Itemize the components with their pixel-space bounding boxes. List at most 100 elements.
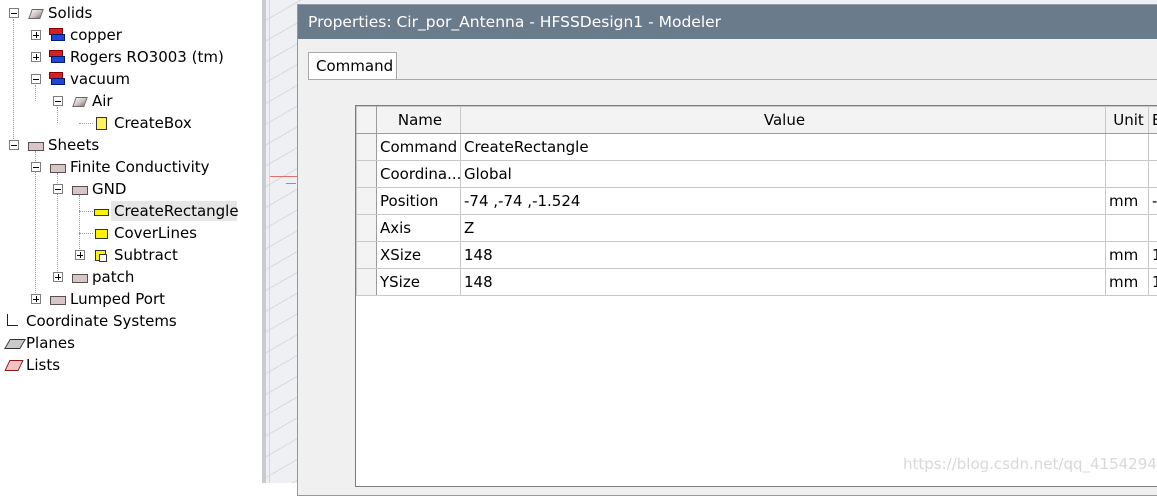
tree-item-label: Sheets (48, 134, 99, 156)
rectangle-icon (94, 209, 109, 216)
material-icon (49, 28, 64, 41)
table-row[interactable]: Coordina... Global (357, 161, 1157, 188)
dialog-title[interactable]: Properties: Cir_por_Antenna - HFSSDesign… (298, 5, 1157, 39)
row-selector[interactable] (357, 134, 377, 161)
column-header-name[interactable]: Name (377, 107, 461, 134)
property-value[interactable]: Z (461, 215, 1106, 242)
material-icon (49, 72, 64, 85)
sheet-icon (50, 164, 66, 173)
property-name: YSize (377, 269, 461, 296)
collapse-toggle-icon[interactable] (9, 140, 19, 150)
tree-item-label: Lists (26, 354, 60, 376)
coverlines-icon (95, 229, 108, 239)
solid-icon (28, 9, 44, 19)
header-corner (357, 107, 377, 134)
collapse-toggle-icon[interactable] (53, 184, 63, 194)
tree-item-label: CreateRectangle (114, 200, 239, 222)
project-tree: Solids copper Rogers RO3003 (tm) vacuum … (0, 0, 262, 483)
tree-item-label: CreateBox (114, 112, 192, 134)
property-extra[interactable]: 1 (1149, 269, 1157, 296)
expand-toggle-icon[interactable] (53, 272, 63, 282)
property-value[interactable]: Global (461, 161, 1106, 188)
planes-icon (4, 339, 26, 349)
table-row[interactable]: YSize 148 mm 1 (357, 269, 1157, 296)
expand-toggle-icon[interactable] (31, 52, 41, 62)
axis-line (270, 176, 298, 177)
sheet-icon (28, 142, 44, 151)
column-header-value[interactable]: Value (461, 107, 1106, 134)
property-extra[interactable] (1149, 215, 1157, 242)
property-extra[interactable]: - (1149, 188, 1157, 215)
table-header-row: Name Value Unit E (357, 107, 1157, 134)
property-name: Axis (377, 215, 461, 242)
table-row[interactable]: XSize 148 mm 1 (357, 242, 1157, 269)
tree-item-label: patch (92, 266, 134, 288)
property-extra[interactable]: 1 (1149, 242, 1157, 269)
subtract-icon (95, 250, 106, 261)
watermark-text: https://blog.csdn.net/qq_41542947 (903, 455, 1157, 473)
tree-item-label: Coordinate Systems (26, 310, 177, 332)
sheet-icon (72, 274, 88, 283)
property-unit[interactable] (1106, 161, 1149, 188)
collapse-toggle-icon[interactable] (53, 96, 63, 106)
tree-guide (35, 151, 36, 299)
row-selector[interactable] (357, 242, 377, 269)
property-unit[interactable] (1106, 134, 1149, 161)
property-extra[interactable] (1149, 161, 1157, 188)
tree-guide (57, 107, 58, 123)
property-name: Position (377, 188, 461, 215)
tree-guide (79, 211, 93, 212)
table-row[interactable]: Axis Z (357, 215, 1157, 242)
tree-item-label: CoverLines (114, 222, 197, 244)
property-value[interactable]: 148 (461, 242, 1106, 269)
tree-item-label: Finite Conductivity (70, 156, 210, 178)
properties-dialog: Properties: Cir_por_Antenna - HFSSDesign… (297, 4, 1157, 496)
table-row[interactable]: Command CreateRectangle (357, 134, 1157, 161)
row-selector[interactable] (357, 188, 377, 215)
properties-grid-panel: Name Value Unit E Command CreateRectangl… (355, 105, 1157, 487)
row-selector[interactable] (357, 215, 377, 242)
tree-guide (79, 123, 93, 124)
expand-toggle-icon[interactable] (31, 30, 41, 40)
collapse-toggle-icon[interactable] (31, 162, 41, 172)
property-name: Command (377, 134, 461, 161)
solid-icon (72, 97, 88, 107)
tree-item-label: copper (70, 24, 122, 46)
property-unit[interactable]: mm (1106, 242, 1149, 269)
tree-item-label: vacuum (70, 68, 130, 90)
sheet-icon (50, 296, 66, 305)
tree-guide (35, 85, 36, 101)
property-unit[interactable] (1106, 215, 1149, 242)
axis-line (286, 183, 296, 184)
tab-divider (308, 79, 1157, 80)
property-extra[interactable] (1149, 134, 1157, 161)
property-value[interactable]: 148 (461, 269, 1106, 296)
material-icon (49, 50, 64, 63)
tree-guide (79, 233, 93, 234)
tab-command[interactable]: Command (308, 52, 397, 80)
tree-item-label: Lumped Port (70, 288, 165, 310)
property-value[interactable]: CreateRectangle (461, 134, 1106, 161)
collapse-toggle-icon[interactable] (31, 74, 41, 84)
tree-item-label: GND (92, 178, 126, 200)
row-selector[interactable] (357, 161, 377, 188)
tree-guide (13, 19, 14, 147)
tree-item-label: Solids (48, 2, 92, 24)
coordinate-icon (5, 314, 18, 327)
property-name: XSize (377, 242, 461, 269)
column-header-extra[interactable]: E (1149, 107, 1157, 134)
view-grid-line (269, 0, 270, 483)
column-header-unit[interactable]: Unit (1106, 107, 1149, 134)
lists-icon (4, 360, 23, 371)
row-selector[interactable] (357, 269, 377, 296)
tree-item-label: Subtract (114, 244, 178, 266)
property-value[interactable]: -74 ,-74 ,-1.524 (461, 188, 1106, 215)
expand-toggle-icon[interactable] (31, 294, 41, 304)
property-unit[interactable]: mm (1106, 188, 1149, 215)
property-unit[interactable]: mm (1106, 269, 1149, 296)
tree-item-label: Planes (26, 332, 75, 354)
collapse-toggle-icon[interactable] (9, 8, 19, 18)
table-row[interactable]: Position -74 ,-74 ,-1.524 mm - (357, 188, 1157, 215)
sheet-icon (72, 186, 88, 195)
expand-toggle-icon[interactable] (75, 250, 85, 260)
